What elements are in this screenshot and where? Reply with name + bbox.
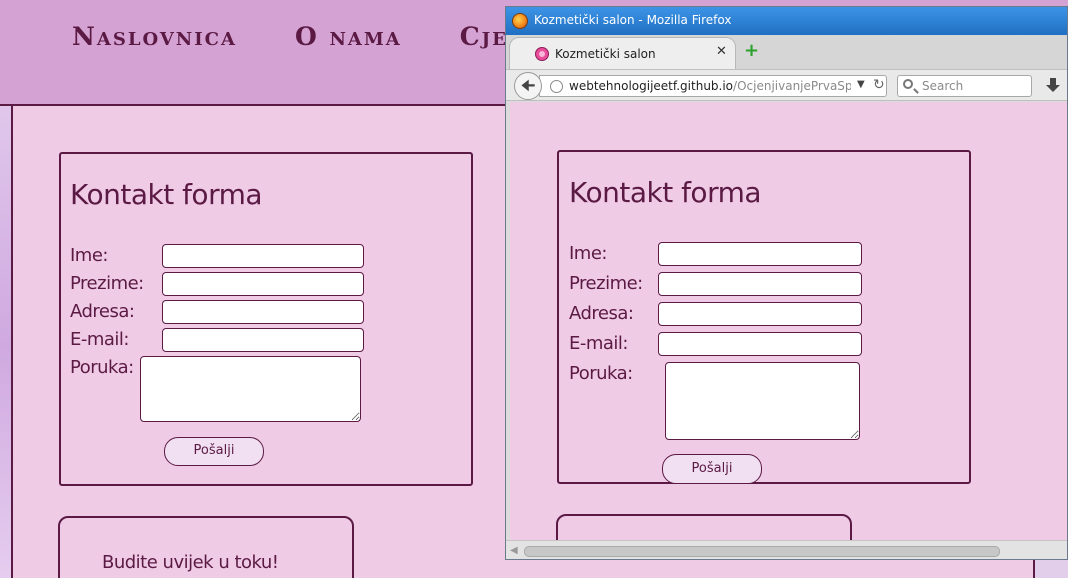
browser-viewport: Kontakt forma Ime: Prezime: Adresa: E-ma…: [510, 102, 1067, 540]
email-input[interactable]: [658, 332, 862, 356]
window-title: Kozmetički salon - Mozilla Firefox: [534, 13, 732, 27]
last-name-input[interactable]: [658, 272, 862, 296]
close-tab-icon[interactable]: ✕: [716, 44, 727, 59]
nav-link-about[interactable]: O nama: [295, 22, 402, 51]
search-box[interactable]: Search: [897, 75, 1032, 97]
submit-button[interactable]: Pošalji: [662, 454, 762, 484]
globe-icon: [550, 80, 563, 93]
firefox-icon: [512, 13, 528, 29]
newsletter-card: Budite uvijek u toku!: [58, 516, 354, 578]
download-icon[interactable]: [1045, 77, 1061, 93]
tab-strip: Kozmetički salon ✕ +: [506, 35, 1067, 69]
contact-form-title: Kontakt forma: [569, 176, 762, 209]
tab-label: Kozmetički salon: [555, 47, 656, 61]
email-input[interactable]: [162, 328, 364, 352]
email-label: E-mail:: [70, 329, 130, 350]
first-name-label: Ime:: [70, 245, 108, 266]
heart-favicon-icon: [535, 47, 549, 61]
scrollbar-thumb[interactable]: [524, 546, 1000, 557]
tab-kozmeticki-salon[interactable]: Kozmetički salon ✕: [509, 37, 736, 69]
firefox-window: Kozmetički salon - Mozilla Firefox Kozme…: [505, 6, 1068, 560]
horizontal-scrollbar[interactable]: ◀: [506, 540, 1067, 559]
address-input[interactable]: [162, 300, 364, 324]
last-name-label: Prezime:: [569, 273, 643, 294]
url-host: webtehnologijeetf.github.io: [569, 79, 734, 93]
window-titlebar[interactable]: Kozmetički salon - Mozilla Firefox: [506, 7, 1067, 35]
message-textarea[interactable]: [140, 356, 361, 422]
message-label: Poruka:: [70, 357, 134, 378]
message-label: Poruka:: [569, 363, 633, 384]
contact-form-card: Kontakt forma Ime: Prezime: Adresa: E-ma…: [557, 150, 971, 484]
navigation-toolbar: webtehnologijeetf.github.io/Ocjenjivanje…: [506, 69, 1067, 101]
first-name-input[interactable]: [658, 242, 862, 266]
email-label: E-mail:: [569, 333, 629, 354]
first-name-input[interactable]: [162, 244, 364, 268]
url-bar[interactable]: webtehnologijeetf.github.io/Ocjenjivanje…: [539, 75, 887, 97]
chevron-down-icon[interactable]: ▼: [857, 79, 865, 90]
search-icon: [903, 79, 913, 89]
scroll-left-icon[interactable]: ◀: [510, 545, 518, 556]
nav-link-home[interactable]: Naslovnica: [72, 22, 237, 51]
contact-form-card: Kontakt forma Ime: Prezime: Adresa: E-ma…: [59, 152, 473, 486]
url-text: webtehnologijeetf.github.io/Ocjenjivanje…: [569, 79, 851, 93]
first-name-label: Ime:: [569, 243, 607, 264]
message-textarea[interactable]: [665, 362, 860, 440]
address-input[interactable]: [658, 302, 862, 326]
submit-button[interactable]: Pošalji: [164, 437, 264, 466]
address-label: Adresa:: [70, 301, 135, 322]
contact-form-title: Kontakt forma: [70, 178, 263, 211]
address-label: Adresa:: [569, 303, 634, 324]
back-arrow-icon[interactable]: 🠈: [514, 72, 542, 100]
last-name-input[interactable]: [162, 272, 364, 296]
last-name-label: Prezime:: [70, 273, 144, 294]
new-tab-icon[interactable]: +: [744, 42, 759, 60]
search-placeholder: Search: [922, 79, 964, 93]
newsletter-card: [556, 514, 852, 540]
url-path: /OcjenjivanjePrvaSpirala/: [733, 79, 851, 93]
newsletter-title: Budite uvijek u toku!: [102, 552, 279, 573]
reload-icon[interactable]: ↻: [873, 77, 885, 93]
